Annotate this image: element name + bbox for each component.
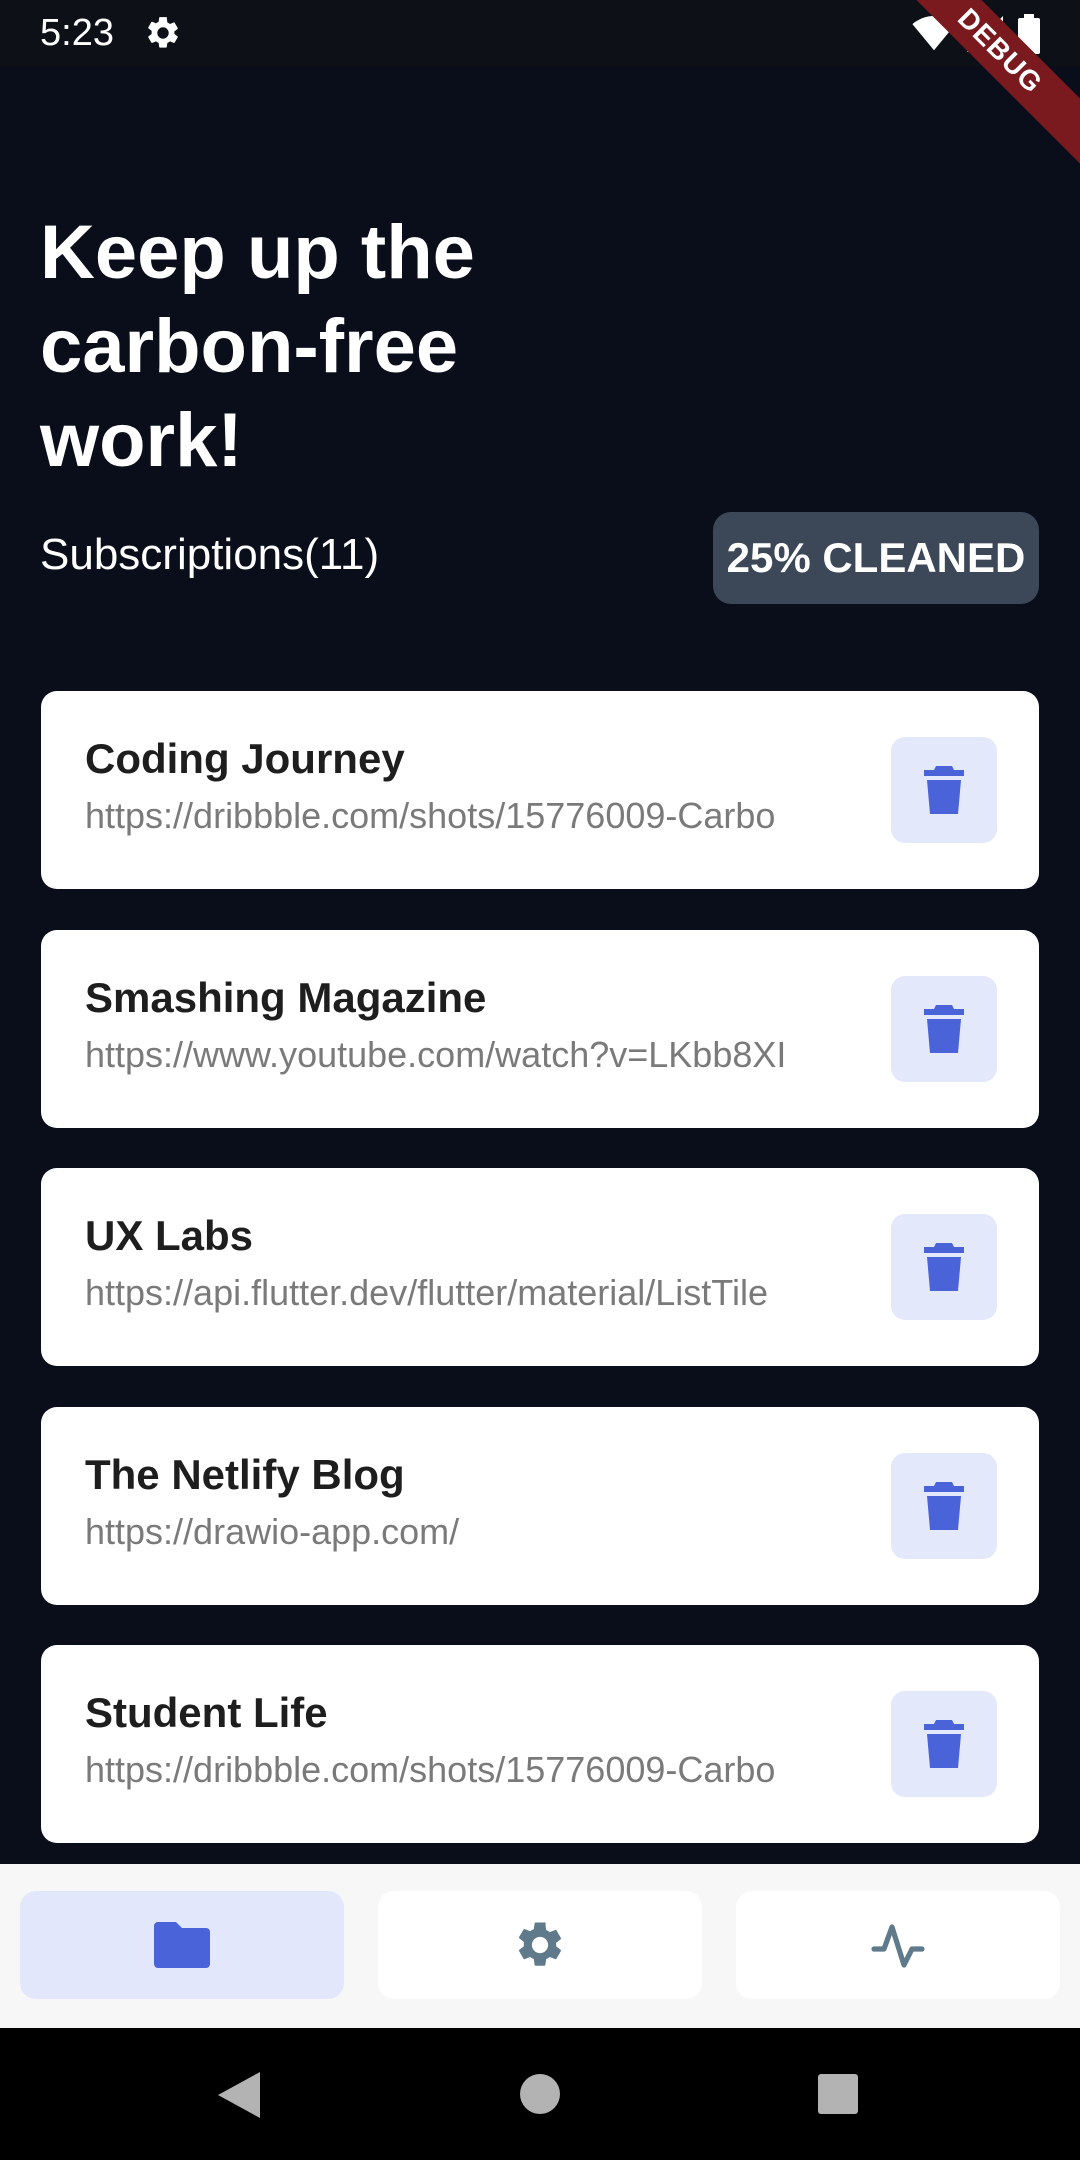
activity-icon	[871, 1924, 925, 1968]
subscription-url: https://dribbble.com/shots/15776009-Carb…	[85, 1749, 776, 1790]
subscription-card[interactable]: Student Life https://dribbble.com/shots/…	[41, 1645, 1039, 1843]
subscription-url: https://api.flutter.dev/flutter/material…	[85, 1272, 768, 1313]
subscription-title: Student Life	[85, 1689, 328, 1736]
subscription-title: Coding Journey	[85, 735, 405, 782]
nav-item-subscriptions[interactable]	[20, 1891, 344, 1999]
trash-icon	[924, 1720, 964, 1768]
delete-button[interactable]	[891, 1214, 997, 1320]
delete-button[interactable]	[891, 1453, 997, 1559]
status-time: 5:23	[40, 12, 114, 54]
subscription-url: https://www.youtube.com/watch?v=LKbb8XI	[85, 1034, 787, 1075]
subscription-title: Smashing Magazine	[85, 974, 487, 1021]
settings-status-icon	[148, 17, 178, 48]
system-navigation-bar	[0, 2028, 1080, 2160]
delete-button[interactable]	[891, 976, 997, 1082]
settings-icon	[518, 1922, 562, 1966]
delete-button[interactable]	[891, 1691, 997, 1797]
trash-icon	[924, 1243, 964, 1291]
status-bar: 5:23	[0, 0, 1080, 66]
subscription-card[interactable]: Smashing Magazine https://www.youtube.co…	[41, 930, 1039, 1128]
subscription-card[interactable]: Coding Journey https://dribbble.com/shot…	[41, 691, 1039, 889]
bottom-navigation	[0, 1864, 1080, 2028]
trash-icon	[924, 1482, 964, 1530]
nav-item-settings[interactable]	[378, 1891, 702, 1999]
subscription-card[interactable]: UX Labs https://api.flutter.dev/flutter/…	[41, 1168, 1039, 1366]
subscription-title: The Netlify Blog	[85, 1451, 405, 1498]
page-headline: Keep up the carbon-free work!	[40, 210, 475, 483]
subscription-card[interactable]: The Netlify Blog https://drawio-app.com/	[41, 1407, 1039, 1605]
recents-icon[interactable]	[818, 2074, 858, 2114]
folder-icon	[154, 1922, 210, 1968]
subscription-title: UX Labs	[85, 1212, 254, 1259]
trash-icon	[924, 766, 964, 814]
cleaned-percent-badge: 25% CLEANED	[713, 512, 1039, 604]
trash-icon	[924, 1005, 964, 1053]
subscriptions-count-label: Subscriptions(11)	[40, 530, 380, 579]
back-icon[interactable]	[218, 2072, 262, 2118]
nav-item-activity[interactable]	[736, 1891, 1060, 1999]
subscription-url: https://dribbble.com/shots/15776009-Carb…	[85, 795, 776, 836]
home-icon[interactable]	[520, 2074, 560, 2114]
subscription-url: https://drawio-app.com/	[85, 1511, 460, 1552]
delete-button[interactable]	[891, 737, 997, 843]
